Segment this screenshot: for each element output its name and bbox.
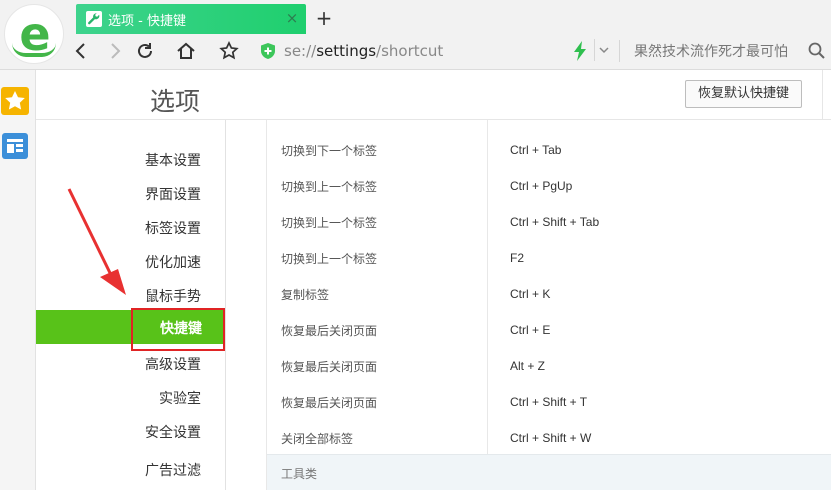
reading-list-icon[interactable]	[2, 133, 28, 159]
chevron-down-icon[interactable]	[594, 39, 612, 61]
shortcut-name: 切换到上一个标签	[281, 216, 378, 230]
tab-title: 选项 - 快捷键	[108, 14, 186, 29]
nav-item-basic[interactable]: 基本设置	[145, 150, 201, 170]
shortcut-name: 恢复最后关闭页面	[281, 360, 378, 374]
lightning-icon[interactable]	[573, 41, 587, 61]
red-arrow-annotation	[67, 188, 126, 295]
section-header-tools	[267, 454, 831, 490]
extension-sidebar	[0, 70, 36, 490]
wrench-icon	[86, 11, 102, 27]
shortcut-key[interactable]: F2	[510, 251, 524, 265]
home-icon[interactable]	[173, 38, 199, 64]
forward-icon[interactable]	[102, 38, 128, 64]
shortcut-key[interactable]: Ctrl + Tab	[510, 143, 561, 157]
shortcut-key[interactable]: Ctrl + PgUp	[510, 179, 572, 193]
bookmark-star-icon[interactable]	[216, 38, 242, 64]
highlight-box	[131, 308, 225, 351]
table-left-border	[266, 120, 267, 490]
favorites-star-icon[interactable]	[1, 87, 29, 115]
nav-item-optimize[interactable]: 优化加速	[145, 252, 201, 272]
nav-item-interface[interactable]: 界面设置	[145, 184, 201, 204]
search-box-text[interactable]: 果然技术流作死才最可怕	[634, 41, 789, 61]
shortcut-key[interactable]: Alt + Z	[510, 359, 545, 373]
page-title: 选项	[150, 87, 201, 116]
secure-shield-icon	[261, 43, 275, 59]
nav-item-lab[interactable]: 实验室	[159, 388, 201, 408]
toolbar-divider	[619, 40, 620, 62]
shortcut-name: 切换到下一个标签	[281, 144, 378, 158]
tab-settings-shortcut[interactable]: 选项 - 快捷键 ×	[76, 4, 306, 34]
restore-default-shortcuts-button[interactable]: 恢复默认快捷键	[685, 80, 802, 108]
new-tab-button[interactable]: +	[314, 7, 334, 29]
shortcut-key[interactable]: Ctrl + E	[510, 323, 550, 337]
shortcut-key[interactable]: Ctrl + Shift + T	[510, 395, 587, 409]
header-edge	[822, 70, 823, 120]
table-column-divider	[487, 120, 488, 454]
shortcut-name: 复制标签	[281, 288, 330, 302]
reload-icon[interactable]	[132, 38, 158, 64]
tab-close-icon[interactable]: ×	[283, 9, 301, 27]
browser-chrome: e 选项 - 快捷键 × + se://settings/shortcut 果然…	[0, 0, 831, 70]
shortcut-key[interactable]: Ctrl + Shift + Tab	[510, 215, 599, 229]
nav-item-tabs[interactable]: 标签设置	[145, 218, 201, 238]
nav-item-advanced[interactable]: 高级设置	[145, 354, 201, 374]
url-text: se://settings/shortcut	[284, 42, 444, 60]
shortcut-name: 切换到上一个标签	[281, 180, 378, 194]
shortcut-name: 恢复最后关闭页面	[281, 324, 378, 338]
shortcut-name: 关闭全部标签	[281, 432, 354, 446]
back-icon[interactable]	[68, 38, 94, 64]
nav-divider	[225, 120, 226, 490]
shortcut-name: 切换到上一个标签	[281, 252, 378, 266]
browser-logo-icon[interactable]: e	[4, 4, 64, 64]
section-title: 工具类	[281, 467, 318, 481]
nav-item-adblock[interactable]: 广告过滤	[145, 460, 201, 480]
address-bar[interactable]: se://settings/shortcut	[256, 36, 621, 66]
nav-item-security[interactable]: 安全设置	[145, 422, 201, 442]
shortcut-key[interactable]: Ctrl + Shift + W	[510, 431, 591, 445]
shortcut-key[interactable]: Ctrl + K	[510, 287, 550, 301]
nav-item-gestures[interactable]: 鼠标手势	[145, 286, 201, 306]
search-icon[interactable]	[807, 41, 827, 61]
shortcut-name: 恢复最后关闭页面	[281, 396, 378, 410]
toolbar: se://settings/shortcut 果然技术流作死才最可怕	[66, 34, 831, 68]
